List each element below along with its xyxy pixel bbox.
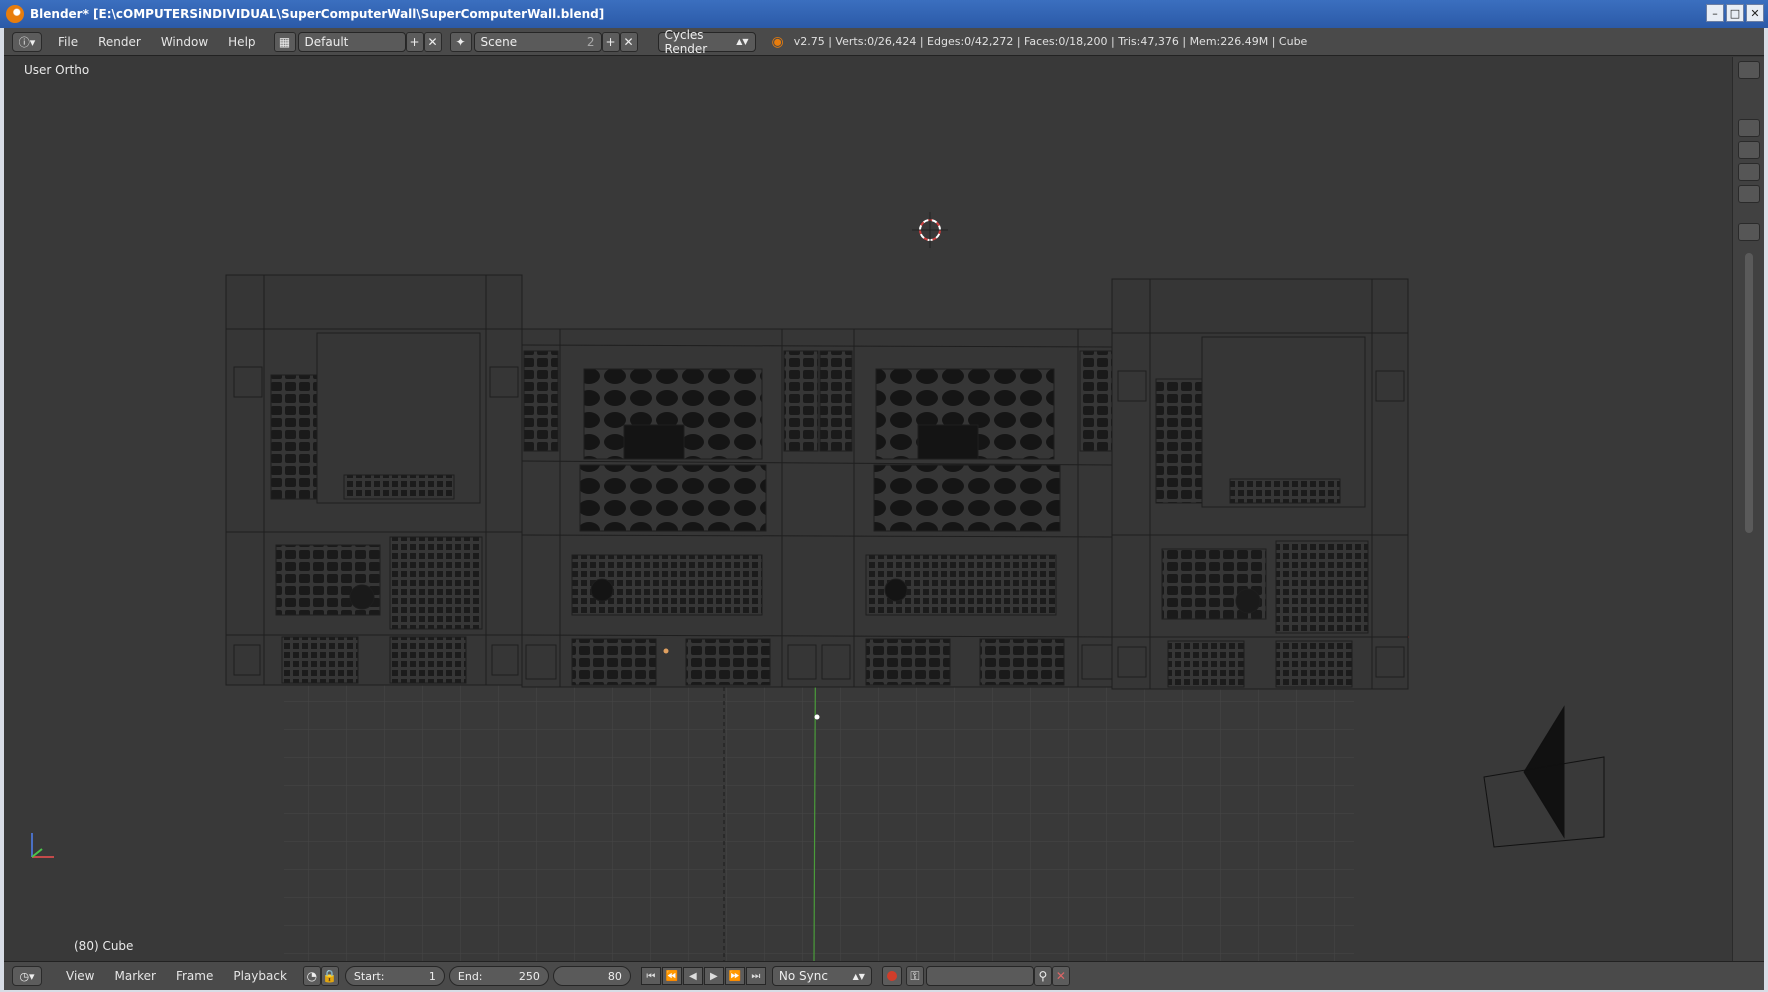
scene-field[interactable]: Scene 2 — [473, 31, 602, 52]
jump-keyframe-back-icon[interactable]: ⏪ — [661, 967, 682, 985]
dropdown-arrows-icon: ▲▼ — [736, 37, 749, 46]
start-frame-label: Start: — [353, 969, 385, 983]
screen-layout-field[interactable]: Default — [297, 31, 406, 52]
close-icon[interactable]: ✕ — [1746, 4, 1764, 22]
keying-set-icon[interactable]: ⚿ — [905, 966, 924, 986]
lock-icon[interactable]: 🔒 — [320, 966, 339, 986]
delete-keyframe-icon[interactable]: ✕ — [1051, 966, 1070, 986]
scene-icon[interactable]: ✦ — [449, 31, 472, 52]
current-frame-value: 80 — [607, 969, 622, 983]
playback-controls: ⏮ ⏪ ◀ ▶ ⏩ ⏭ — [640, 967, 766, 985]
remove-scene-icon[interactable]: ✕ — [619, 31, 638, 52]
menu-marker[interactable]: Marker — [104, 969, 165, 983]
add-screen-icon[interactable]: + — [405, 31, 424, 52]
floor-grid — [284, 657, 1354, 961]
3d-cursor-icon[interactable] — [912, 212, 948, 248]
screen-layout-name: Default — [304, 34, 349, 49]
timeline-header: ◷▾ View Marker Frame Playback ◔ 🔒 Start:… — [4, 961, 1764, 990]
outliner-icon[interactable] — [1737, 61, 1760, 79]
maximize-icon[interactable]: □ — [1726, 4, 1744, 22]
minimize-icon[interactable]: – — [1706, 4, 1724, 22]
current-frame-field[interactable]: 80 — [552, 966, 631, 986]
start-frame-value: 1 — [428, 969, 436, 983]
viewport-canvas[interactable] — [4, 57, 1732, 961]
blender-window: ⓘ▾ File Render Window Help ▦ Default + ✕… — [4, 28, 1764, 990]
window-title-bar: Blender* [E:\cOMPUTERSiNDIVIDUAL\SuperCo… — [0, 0, 1768, 28]
right-side-region — [1732, 57, 1764, 961]
dropdown-arrows-icon: ▲▼ — [852, 971, 865, 981]
info-header: ⓘ▾ File Render Window Help ▦ Default + ✕… — [4, 28, 1764, 56]
jump-start-icon[interactable]: ⏮ — [640, 967, 661, 985]
scene-props-icon[interactable] — [1737, 141, 1760, 159]
record-icon[interactable] — [881, 966, 902, 986]
editor-type-info-icon[interactable]: ⓘ▾ — [12, 31, 42, 52]
menu-window[interactable]: Window — [151, 35, 218, 49]
scene-users: 2 — [586, 34, 595, 49]
3d-viewport[interactable]: User Ortho (80) Cube — [4, 57, 1732, 961]
render-engine-select[interactable]: Cycles Render ▲▼ — [657, 28, 756, 56]
play-icon[interactable]: ▶ — [703, 967, 724, 985]
end-frame-label: End: — [457, 969, 483, 983]
insert-keyframe-icon[interactable]: ⚲ — [1033, 966, 1052, 986]
timeline-menu: View Marker Frame Playback — [56, 969, 297, 983]
editor-type-timeline-icon[interactable]: ◷▾ — [12, 966, 42, 986]
end-frame-field[interactable]: End: 250 — [448, 966, 549, 986]
active-object-label: (80) Cube — [74, 939, 134, 953]
scene-name: Scene — [480, 34, 518, 49]
window-controls: – □ ✕ — [1706, 4, 1764, 22]
end-frame-value: 250 — [518, 969, 540, 983]
blender-logo-icon — [6, 5, 24, 23]
scene-stats: v2.75 | Verts:0/26,424 | Edges:0/42,272 … — [793, 35, 1308, 48]
sync-mode-value: No Sync — [778, 969, 828, 983]
menu-help[interactable]: Help — [218, 35, 265, 49]
view-mode-label: User Ortho — [24, 63, 90, 77]
preview-range-icon[interactable]: ◔ — [302, 966, 321, 986]
blender-status-icon: ◉ — [771, 33, 784, 50]
render-engine-value: Cycles Render — [664, 27, 708, 56]
sync-mode-select[interactable]: No Sync ▲▼ — [771, 966, 872, 986]
menu-file[interactable]: File — [48, 35, 88, 49]
menu-view[interactable]: View — [56, 969, 104, 983]
jump-keyframe-forward-icon[interactable]: ⏩ — [724, 967, 745, 985]
supercomputer-wall-mesh[interactable] — [225, 274, 1409, 690]
menu-frame[interactable]: Frame — [166, 969, 223, 983]
start-frame-field[interactable]: Start: 1 — [344, 966, 445, 986]
lamp-origin-icon[interactable] — [663, 648, 669, 654]
world-props-icon[interactable] — [1737, 163, 1760, 181]
screen-layout-icon[interactable]: ▦ — [273, 31, 296, 52]
play-reverse-icon[interactable]: ◀ — [682, 967, 703, 985]
menu-render[interactable]: Render — [88, 35, 151, 49]
camera-object[interactable] — [1483, 705, 1605, 848]
remove-screen-icon[interactable]: ✕ — [423, 31, 442, 52]
main-menu: File Render Window Help — [48, 35, 266, 49]
menu-playback[interactable]: Playback — [223, 969, 297, 983]
properties-editor-icon[interactable] — [1737, 223, 1760, 241]
object-props-icon[interactable] — [1737, 185, 1760, 203]
render-layer-icon[interactable] — [1737, 119, 1760, 137]
add-scene-icon[interactable]: + — [601, 31, 620, 52]
object-origin-icon[interactable] — [814, 714, 820, 720]
window-title: Blender* [E:\cOMPUTERSiNDIVIDUAL\SuperCo… — [30, 7, 605, 21]
axis-orientation-widget — [31, 833, 54, 858]
jump-end-icon[interactable]: ⏭ — [745, 967, 766, 985]
keying-set-field[interactable] — [925, 966, 1034, 986]
vertical-scrollbar[interactable] — [1744, 253, 1753, 533]
